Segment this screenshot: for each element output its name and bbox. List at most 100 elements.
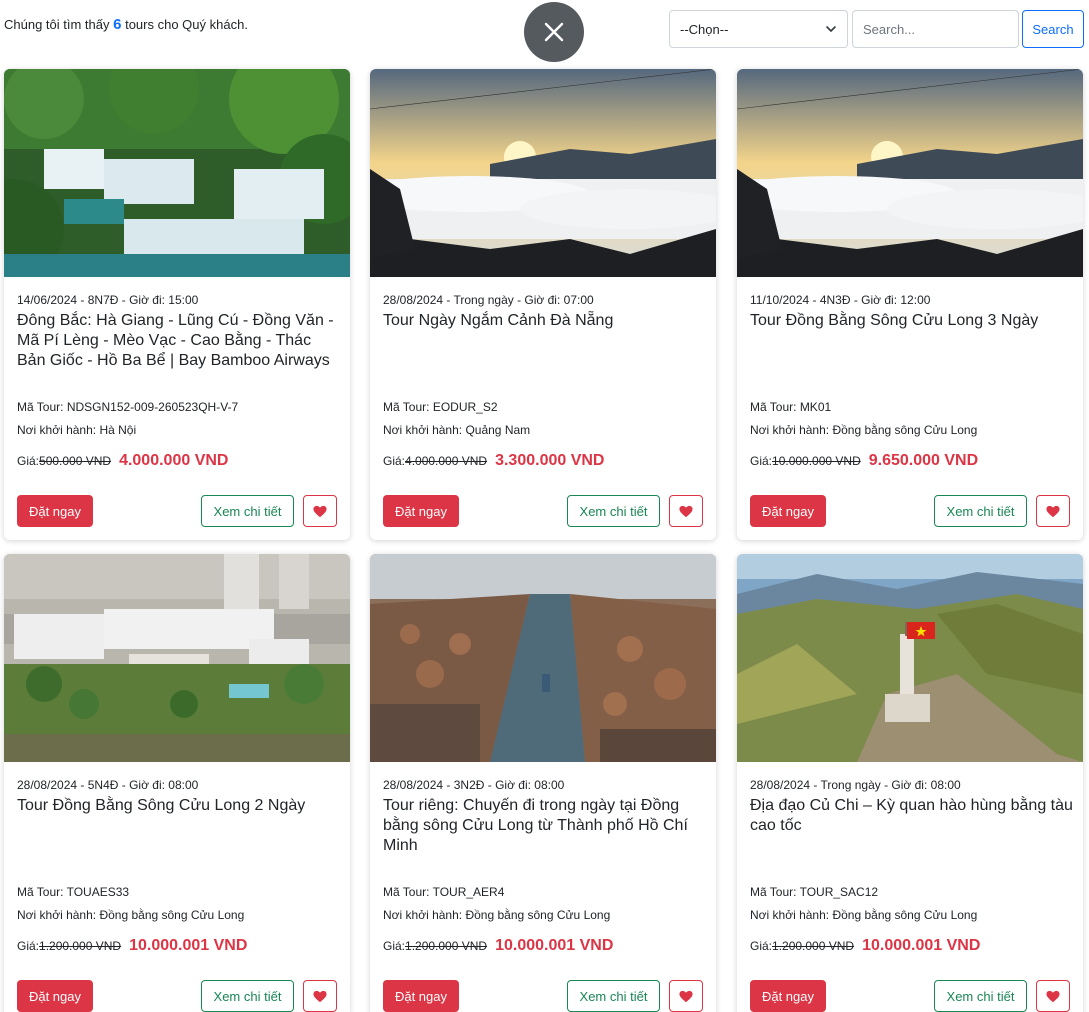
tour-code-label: Mã Tour: bbox=[750, 885, 797, 899]
tour-origin-label: Nơi khởi hành: bbox=[383, 423, 463, 437]
tour-origin-value: Đồng bằng sông Cửu Long bbox=[832, 423, 978, 437]
search-button[interactable]: Search bbox=[1022, 10, 1084, 48]
favorite-button[interactable] bbox=[669, 980, 703, 1012]
tour-title[interactable]: Tour Đồng Bằng Sông Cửu Long 2 Ngày bbox=[17, 796, 342, 816]
close-button[interactable] bbox=[524, 2, 584, 62]
tour-code-label: Mã Tour: bbox=[17, 400, 64, 414]
view-details-button[interactable]: Xem chi tiết bbox=[934, 980, 1027, 1012]
tour-code-value: TOUR_SAC12 bbox=[799, 885, 879, 899]
tour-title[interactable]: Tour Ngày Ngắm Cảnh Đà Nẵng bbox=[383, 311, 708, 331]
search-input[interactable] bbox=[852, 10, 1019, 48]
heart-icon bbox=[679, 990, 693, 1002]
heart-icon bbox=[313, 990, 327, 1002]
tour-code-value: TOUAES33 bbox=[66, 885, 130, 899]
new-price: 3.300.000 VND bbox=[495, 452, 605, 469]
tour-code: Mã Tour: TOUAES33 bbox=[17, 885, 129, 899]
tour-title[interactable]: Tour Đồng Bằng Sông Cửu Long 3 Ngày bbox=[750, 311, 1075, 331]
old-price: 1.200.000 VND bbox=[405, 939, 488, 953]
favorite-button[interactable] bbox=[1036, 980, 1070, 1012]
tour-origin-label: Nơi khởi hành: bbox=[17, 423, 97, 437]
tour-code: Mã Tour: TOUR_AER4 bbox=[383, 885, 504, 899]
new-price: 10.000.001 VND bbox=[129, 937, 248, 954]
favorite-button[interactable] bbox=[303, 980, 337, 1012]
tour-code: Mã Tour: EODUR_S2 bbox=[383, 400, 498, 414]
tour-price: Giá: 1.200.000 VND 10.000.001 VND bbox=[17, 937, 247, 955]
book-now-button[interactable]: Đặt ngay bbox=[17, 495, 93, 527]
tour-origin: Nơi khởi hành: Quảng Nam bbox=[383, 423, 530, 437]
tour-card: 28/08/2024 - Trong ngày - Giờ đi: 07:00 … bbox=[370, 69, 716, 540]
tour-meta: 28/08/2024 - 5N4Đ - Giờ đi: 08:00 bbox=[17, 778, 199, 792]
view-details-button[interactable]: Xem chi tiết bbox=[201, 495, 294, 527]
book-now-button[interactable]: Đặt ngay bbox=[750, 495, 826, 527]
tour-origin-value: Đồng bằng sông Cửu Long bbox=[99, 908, 245, 922]
result-summary: Chúng tôi tìm thấy 6 tours cho Quý khách… bbox=[4, 16, 248, 33]
tour-code-value: TOUR_AER4 bbox=[432, 885, 505, 899]
book-now-button[interactable]: Đặt ngay bbox=[383, 980, 459, 1012]
price-label: Giá: bbox=[17, 939, 40, 953]
new-price: 10.000.001 VND bbox=[862, 937, 981, 954]
tour-origin-label: Nơi khởi hành: bbox=[750, 908, 830, 922]
book-now-button[interactable]: Đặt ngay bbox=[750, 980, 826, 1012]
tour-image[interactable] bbox=[4, 69, 350, 277]
old-price: 500.000 VND bbox=[39, 454, 112, 468]
tour-card: 11/10/2024 - 4N3Đ - Giờ đi: 12:00 Tour Đ… bbox=[737, 69, 1083, 540]
view-details-button[interactable]: Xem chi tiết bbox=[567, 980, 660, 1012]
price-label: Giá: bbox=[383, 454, 406, 468]
book-now-button[interactable]: Đặt ngay bbox=[383, 495, 459, 527]
tour-code-label: Mã Tour: bbox=[750, 400, 797, 414]
view-details-button[interactable]: Xem chi tiết bbox=[934, 495, 1027, 527]
tour-code-label: Mã Tour: bbox=[383, 400, 430, 414]
price-label: Giá: bbox=[750, 939, 773, 953]
heart-icon bbox=[1046, 505, 1060, 517]
tour-origin-value: Quảng Nam bbox=[465, 423, 531, 437]
new-price: 9.650.000 VND bbox=[868, 452, 979, 469]
chevron-down-icon bbox=[826, 26, 836, 32]
favorite-button[interactable] bbox=[1036, 495, 1070, 527]
old-price: 10.000.000 VND bbox=[772, 454, 861, 468]
tour-image[interactable] bbox=[370, 554, 716, 762]
tour-meta: 14/06/2024 - 8N7Đ - Giờ đi: 15:00 bbox=[17, 293, 199, 307]
price-label: Giá: bbox=[17, 454, 40, 468]
favorite-button[interactable] bbox=[303, 495, 337, 527]
heart-icon bbox=[679, 505, 693, 517]
tour-origin-label: Nơi khởi hành: bbox=[383, 908, 463, 922]
tour-code: Mã Tour: NDSGN152-009-260523QH-V-7 bbox=[17, 400, 238, 414]
book-now-button[interactable]: Đặt ngay bbox=[17, 980, 93, 1012]
tour-card: 14/06/2024 - 8N7Đ - Giờ đi: 15:00 Đông B… bbox=[4, 69, 350, 540]
tour-code: Mã Tour: TOUR_SAC12 bbox=[750, 885, 878, 899]
tour-origin: Nơi khởi hành: Đồng bằng sông Cửu Long bbox=[17, 908, 244, 922]
tour-image[interactable] bbox=[370, 69, 716, 277]
new-price: 10.000.001 VND bbox=[495, 937, 614, 954]
tour-code-value: EODUR_S2 bbox=[432, 400, 498, 414]
tour-code-value: NDSGN152-009-260523QH-V-7 bbox=[66, 400, 239, 414]
tour-card: 28/08/2024 - 5N4Đ - Giờ đi: 08:00 Tour Đ… bbox=[4, 554, 350, 1012]
result-prefix: Chúng tôi tìm thấy bbox=[4, 17, 110, 32]
tour-title[interactable]: Tour riêng: Chuyến đi trong ngày tại Đồn… bbox=[383, 796, 708, 856]
tour-code-label: Mã Tour: bbox=[17, 885, 64, 899]
tour-title[interactable]: Địa đạo Củ Chi – Kỳ quan hào hùng bằng t… bbox=[750, 796, 1075, 836]
tour-origin-value: Hà Nội bbox=[99, 423, 137, 437]
tour-origin: Nơi khởi hành: Đồng bằng sông Cửu Long bbox=[750, 423, 977, 437]
old-price: 4.000.000 VND bbox=[405, 454, 488, 468]
tour-origin: Nơi khởi hành: Hà Nội bbox=[17, 423, 136, 437]
heart-icon bbox=[1046, 990, 1060, 1002]
tour-meta: 28/08/2024 - Trong ngày - Giờ đi: 08:00 bbox=[750, 778, 961, 792]
tour-price: Giá: 4.000.000 VND 3.300.000 VND bbox=[383, 452, 604, 470]
select-value: --Chọn-- bbox=[680, 21, 729, 37]
tour-image[interactable] bbox=[737, 554, 1083, 762]
tour-image[interactable] bbox=[4, 554, 350, 762]
result-suffix: tours cho Quý khách. bbox=[125, 17, 248, 32]
category-select[interactable]: --Chọn-- bbox=[669, 10, 848, 48]
tour-origin-label: Nơi khởi hành: bbox=[17, 908, 97, 922]
tour-origin: Nơi khởi hành: Đồng bằng sông Cửu Long bbox=[383, 908, 610, 922]
tour-meta: 28/08/2024 - Trong ngày - Giờ đi: 07:00 bbox=[383, 293, 594, 307]
tour-image[interactable] bbox=[737, 69, 1083, 277]
view-details-button[interactable]: Xem chi tiết bbox=[201, 980, 294, 1012]
tour-meta: 28/08/2024 - 3N2Đ - Giờ đi: 08:00 bbox=[383, 778, 565, 792]
tour-title[interactable]: Đông Bắc: Hà Giang - Lũng Cú - Đồng Văn … bbox=[17, 311, 342, 371]
tour-meta: 11/10/2024 - 4N3Đ - Giờ đi: 12:00 bbox=[750, 293, 931, 307]
view-details-button[interactable]: Xem chi tiết bbox=[567, 495, 660, 527]
tour-price: Giá: 10.000.000 VND 9.650.000 VND bbox=[750, 452, 978, 470]
favorite-button[interactable] bbox=[669, 495, 703, 527]
price-label: Giá: bbox=[750, 454, 773, 468]
